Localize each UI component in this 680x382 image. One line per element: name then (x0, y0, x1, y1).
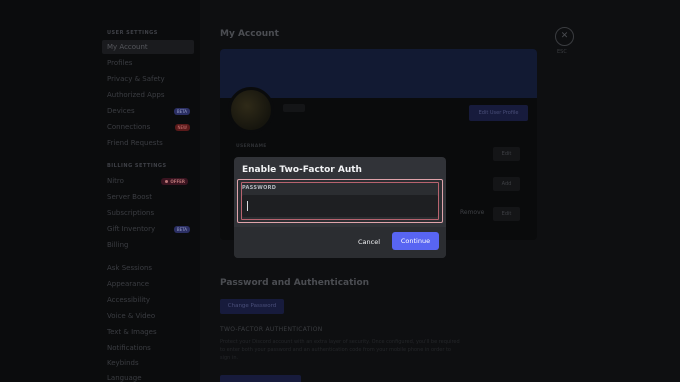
offer-dot-icon (165, 179, 169, 183)
sidebar-item-connections[interactable]: Connections NEW (102, 120, 194, 134)
edit-username-button[interactable]: Edit (493, 147, 520, 161)
sidebar-item-server-boost[interactable]: Server Boost (102, 190, 194, 204)
avatar[interactable] (228, 87, 274, 133)
offer-badge-label: OFFER (170, 178, 185, 184)
sidebar-item-authorized-apps[interactable]: Authorized Apps (102, 88, 194, 102)
display-name (283, 104, 305, 112)
sidebar-item-accessibility[interactable]: Accessibility (102, 293, 194, 307)
sidebar-item-appearance[interactable]: Appearance (102, 277, 194, 291)
sidebar-item-subscriptions[interactable]: Subscriptions (102, 206, 194, 220)
cancel-button[interactable]: Cancel (352, 233, 386, 251)
sidebar-item-privacy-safety[interactable]: Privacy & Safety (102, 72, 194, 86)
text-caret (247, 201, 248, 211)
sidebar-item-voice-video[interactable]: Voice & Video (102, 309, 194, 323)
password-input[interactable] (242, 195, 438, 217)
sidebar-item-keybinds[interactable]: Keybinds (102, 356, 194, 370)
tfa-description: Protect your Discord account with an ext… (220, 339, 460, 361)
page-title: My Account (220, 29, 279, 39)
remove-phone-link[interactable]: Remove (460, 209, 484, 216)
new-badge: NEW (174, 123, 190, 131)
edit-phone-button[interactable]: Edit (493, 207, 520, 221)
username-label: USERNAME (236, 144, 267, 149)
sidebar-item-profiles[interactable]: Profiles (102, 56, 194, 70)
beta-badge: BETA (173, 225, 190, 233)
profile-banner (220, 49, 537, 98)
sidebar-item-gift-inventory[interactable]: Gift Inventory BETA (102, 222, 194, 236)
password-label: PASSWORD (242, 185, 277, 191)
change-password-button[interactable]: Change Password (220, 299, 284, 314)
sidebar-item-nitro[interactable]: Nitro OFFER (102, 174, 194, 188)
offer-badge: OFFER (161, 177, 188, 185)
add-email-button[interactable]: Add (493, 177, 520, 191)
sidebar-item-language[interactable]: Language (102, 371, 194, 382)
tfa-header: TWO-FACTOR AUTHENTICATION (220, 326, 323, 333)
continue-button[interactable]: Continue (392, 232, 439, 250)
sidebar-item-notifications[interactable]: Notifications (102, 341, 194, 355)
sidebar-item-ask-sessions[interactable]: Ask Sessions (102, 261, 194, 275)
esc-label: ESC (557, 49, 567, 55)
close-button[interactable]: ✕ (555, 27, 574, 46)
close-icon: ✕ (560, 31, 569, 41)
sidebar-item-friend-requests[interactable]: Friend Requests (102, 136, 194, 150)
sidebar-item-devices[interactable]: Devices BETA (102, 104, 194, 118)
modal-title: Enable Two-Factor Auth (242, 165, 362, 175)
enable-2fa-modal: Enable Two-Factor Auth PASSWORD Cancel C… (234, 157, 446, 258)
sidebar-item-label: Devices (107, 107, 135, 115)
enable-tfa-button[interactable] (220, 375, 301, 382)
sidebar-item-label: Nitro (107, 177, 124, 185)
sidebar-item-text-images[interactable]: Text & Images (102, 325, 194, 339)
beta-badge: BETA (173, 107, 190, 115)
sidebar-item-label: Connections (107, 123, 151, 131)
sidebar-item-label: Gift Inventory (107, 225, 156, 233)
user-settings-header: USER SETTINGS (107, 30, 158, 36)
modal-footer: Cancel Continue (234, 227, 446, 258)
sidebar-item-my-account[interactable]: My Account (102, 40, 194, 54)
sidebar-item-billing[interactable]: Billing (102, 238, 194, 252)
password-auth-title: Password and Authentication (220, 278, 370, 288)
billing-settings-header: BILLING SETTINGS (107, 163, 167, 169)
edit-user-profile-button[interactable]: Edit User Profile (469, 105, 528, 121)
